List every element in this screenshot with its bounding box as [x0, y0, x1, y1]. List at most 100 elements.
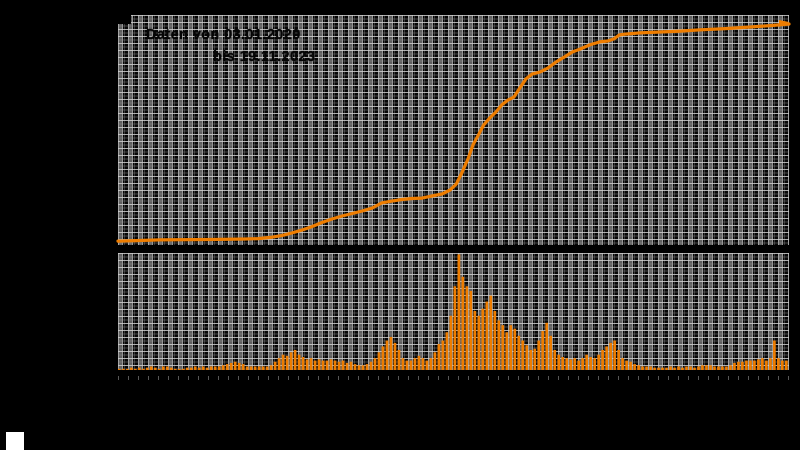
daily-bar: [629, 361, 632, 370]
daily-bar: [329, 359, 333, 370]
daily-bar: [265, 366, 269, 370]
daily-bar: [149, 366, 153, 370]
daily-bar: [353, 364, 357, 370]
daily-bar: [609, 342, 612, 370]
daily-bar: [693, 367, 696, 370]
daily-bar: [205, 367, 209, 370]
daily-bar: [197, 367, 201, 370]
daily-bar: [269, 365, 273, 370]
daily-bar: [545, 322, 549, 370]
daily-bar: [209, 366, 213, 370]
daily-bar: [773, 340, 776, 370]
daily-bar: [477, 315, 481, 370]
daily-bar: [413, 358, 417, 370]
daily-bar: [461, 276, 465, 370]
daily-bar: [701, 365, 704, 370]
daily-bar: [129, 367, 133, 370]
daily-bar: [321, 360, 325, 370]
daily-bar: [417, 355, 421, 370]
daily-bar: [277, 358, 281, 370]
daily-bar: [217, 366, 221, 370]
daily-bar: [721, 366, 724, 370]
daily-bar: [457, 254, 461, 370]
daily-bar: [769, 358, 772, 370]
watermark-block: [6, 432, 24, 450]
daily-bar: [225, 364, 229, 370]
daily-bar: [577, 360, 581, 370]
daily-bar: [621, 358, 624, 370]
daily-bar: [725, 366, 728, 370]
daily-bar: [309, 358, 313, 370]
daily-bar: [145, 367, 149, 370]
daily-bar: [297, 354, 301, 370]
daily-bar: [645, 366, 648, 370]
daily-bar: [313, 360, 317, 370]
daily-bar: [485, 301, 489, 370]
daily-bar: [753, 360, 756, 370]
daily-bar: [365, 364, 369, 370]
daily-bar: [589, 357, 592, 370]
daily-bar: [465, 286, 469, 370]
daily-bar: [301, 357, 305, 370]
daily-bar: [445, 332, 449, 370]
daily-bar: [377, 352, 381, 370]
daily-bar: [777, 358, 780, 370]
daily-bar: [469, 290, 473, 370]
daily-bar: [325, 360, 329, 370]
daily-bar: [585, 354, 588, 370]
daily-bar: [169, 367, 173, 370]
daily-bar: [425, 360, 429, 370]
daily-bar: [393, 342, 397, 370]
daily-bar: [569, 359, 573, 370]
daily-bar: [201, 366, 205, 370]
daily-bar: [289, 352, 293, 370]
series-layer: [116, 19, 791, 370]
daily-bar: [593, 358, 596, 370]
daily-bar: [649, 366, 652, 370]
daily-bar: [433, 352, 437, 370]
daily-bar: [153, 367, 157, 370]
daily-bar: [165, 366, 169, 370]
daily-bar: [529, 349, 533, 370]
daily-bar: [713, 366, 716, 370]
daily-bar: [785, 360, 788, 370]
daily-bar: [233, 361, 237, 370]
daily-bar: [521, 340, 525, 370]
daily-bar: [709, 365, 712, 370]
daily-bar: [401, 358, 405, 370]
daily-bar: [361, 365, 365, 370]
daily-bar: [761, 358, 764, 370]
daily-bar: [229, 362, 233, 370]
daily-bar: [689, 366, 692, 370]
daily-bar: [613, 340, 616, 370]
daily-bar: [345, 362, 349, 370]
daily-bar: [397, 349, 401, 370]
daily-bar: [717, 366, 720, 370]
daily-bar: [505, 332, 509, 370]
daily-bar: [697, 366, 700, 370]
daily-bar: [509, 325, 513, 370]
daily-bar: [549, 335, 553, 370]
daily-bar: [137, 367, 141, 370]
daily-bar: [481, 308, 485, 370]
daily-bar: [617, 349, 620, 370]
daily-bar: [133, 368, 137, 370]
daily-bar: [253, 366, 257, 370]
daily-bar: [597, 354, 600, 370]
cumulative-line: [116, 22, 791, 243]
daily-bar: [385, 340, 389, 370]
daily-bar: [389, 336, 393, 370]
daily-bar: [337, 361, 341, 370]
daily-bar: [633, 364, 636, 370]
daily-bar: [118, 368, 121, 370]
daily-bars-series: [118, 254, 788, 370]
daily-bar: [733, 362, 736, 370]
daily-bar: [661, 367, 664, 370]
daily-bar: [677, 366, 680, 370]
daily-bar: [729, 365, 732, 370]
daily-bar: [685, 366, 688, 370]
daily-bar: [681, 367, 684, 370]
daily-bar: [501, 325, 505, 370]
daily-bar: [293, 349, 297, 370]
cumulative-line-series: [116, 19, 791, 243]
